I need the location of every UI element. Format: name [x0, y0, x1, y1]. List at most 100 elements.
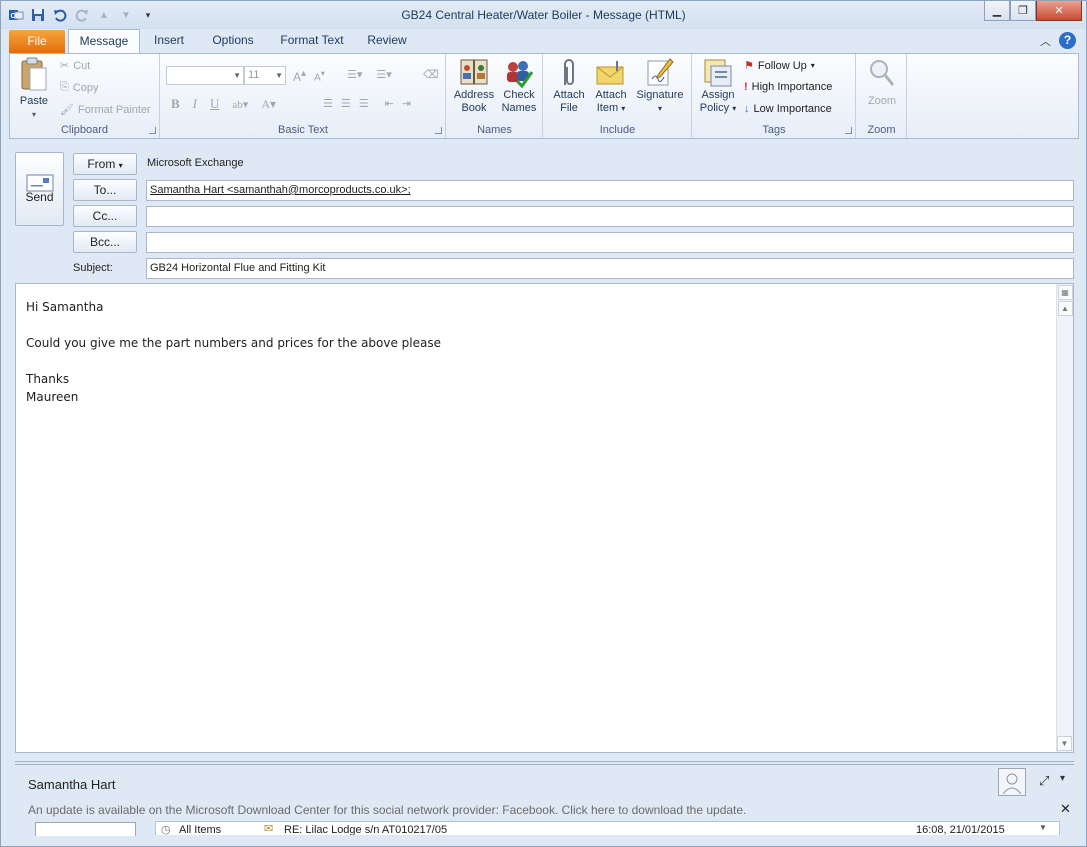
tab-options[interactable]: Options: [204, 29, 262, 53]
align-right-icon[interactable]: ☰: [359, 97, 369, 110]
underline-icon[interactable]: U: [210, 96, 219, 112]
shrink-font-icon[interactable]: A▾: [314, 68, 325, 83]
decrease-indent-icon[interactable]: ⇤: [385, 97, 394, 110]
cc-field[interactable]: [146, 206, 1074, 227]
from-button[interactable]: From ▾: [73, 153, 137, 175]
cc-button[interactable]: Cc...: [73, 205, 137, 227]
tab-message[interactable]: Message: [68, 29, 140, 54]
high-importance-button[interactable]: ! High Importance: [744, 81, 832, 93]
body-line: [16, 352, 1073, 370]
names-group-label: Names: [477, 124, 512, 136]
attach-item-label-2: Item: [596, 102, 619, 114]
address-book-label-2: Book: [461, 102, 487, 114]
bcc-button[interactable]: Bcc...: [73, 231, 137, 253]
align-center-icon[interactable]: ☰: [341, 97, 351, 110]
pane-splitter[interactable]: [15, 761, 1074, 765]
scissors-icon: ✂: [60, 60, 70, 72]
scroll-down-icon[interactable]: ▼: [1057, 736, 1072, 751]
scroll-up-icon[interactable]: ▲: [1057, 301, 1073, 316]
font-size-value: 11: [248, 69, 260, 81]
group-tags: Assign Policy ▾ ⚑ Follow Up ▾ ! High Imp…: [693, 54, 856, 138]
paste-button[interactable]: Paste ▾: [15, 57, 53, 121]
contact-name: Samantha Hart: [28, 777, 116, 792]
avatar[interactable]: [998, 768, 1026, 796]
title-bar: O ▲ ▼ ▾ GB24 Central Heater/Water Boiler…: [1, 1, 1086, 29]
tab-insert[interactable]: Insert: [147, 29, 191, 53]
group-clipboard: Paste ▾ ✂ Cut ⎘ Copy 🖌 Format Painter Cl…: [10, 54, 160, 138]
tags-group-label: Tags: [762, 124, 786, 136]
cut-button[interactable]: ✂ Cut: [60, 59, 90, 73]
collapse-pane-icon[interactable]: ▾: [1060, 773, 1065, 784]
italic-icon[interactable]: I: [193, 96, 197, 112]
attach-file-label-1: Attach: [553, 89, 585, 101]
tags-launcher-icon[interactable]: [845, 127, 852, 134]
increase-indent-icon[interactable]: ⇥: [402, 97, 411, 110]
low-importance-button[interactable]: ↓ Low Importance: [744, 103, 832, 115]
high-importance-label: High Importance: [751, 81, 833, 93]
close-notice-icon[interactable]: ✕: [1060, 801, 1071, 817]
feed-dropdown-icon[interactable]: ▼: [1039, 823, 1047, 832]
subject-label: Subject:: [73, 262, 113, 274]
zoom-label: Zoom: [867, 95, 897, 107]
to-button[interactable]: To...: [73, 179, 137, 201]
signature-button[interactable]: Signature ▾: [632, 57, 688, 115]
subject-field[interactable]: GB24 Horizontal Flue and Fitting Kit: [146, 258, 1074, 279]
send-button[interactable]: Send: [15, 152, 64, 226]
grow-font-icon[interactable]: A▴: [293, 68, 306, 84]
check-names-icon: [507, 61, 534, 89]
copy-label: Copy: [72, 81, 99, 94]
message-body-editor[interactable]: Hi Samantha Could you give me the part n…: [15, 283, 1074, 753]
font-color-icon[interactable]: A▾: [261, 97, 276, 112]
attach-item-button[interactable]: Attach Item ▾: [590, 57, 632, 115]
font-size-buttons: A▴ A▾: [293, 68, 325, 84]
from-button-label: From: [87, 157, 116, 171]
update-notice[interactable]: An update is available on the Microsoft …: [28, 803, 746, 817]
ruler-toggle-icon[interactable]: ▦: [1057, 285, 1073, 300]
to-field[interactable]: Samantha Hart <samanthah@morcoproducts.c…: [146, 180, 1074, 201]
feed-time: 16:08, 21/01/2015: [916, 824, 1005, 835]
maximize-button[interactable]: ❐: [1010, 1, 1036, 21]
highlight-icon[interactable]: ab▾: [232, 98, 248, 111]
bold-icon[interactable]: B: [171, 96, 180, 112]
bcc-field[interactable]: [146, 232, 1074, 253]
address-book-button[interactable]: Address Book: [452, 57, 496, 115]
check-names-label-1: Check: [503, 89, 535, 101]
assign-policy-label-1: Assign: [701, 89, 735, 101]
clipboard-group-label: Clipboard: [60, 124, 109, 136]
clear-format-icon[interactable]: ⌫: [423, 68, 439, 81]
exclamation-icon: !: [744, 81, 748, 93]
bullets-icon[interactable]: ☰▾: [347, 68, 362, 81]
font-size-combo[interactable]: 11 ▼: [244, 66, 286, 85]
close-button[interactable]: ✕: [1036, 1, 1082, 21]
zoom-button[interactable]: Zoom: [860, 57, 904, 108]
expand-pane-icon[interactable]: ⤢: [1039, 773, 1049, 789]
check-names-button[interactable]: Check Names: [497, 57, 541, 115]
tab-file[interactable]: File: [9, 30, 65, 53]
window-controls: ▁ ❐ ✕: [984, 1, 1082, 21]
vertical-scrollbar[interactable]: ▦ ▲ ▼: [1056, 284, 1073, 752]
help-icon[interactable]: ?: [1059, 32, 1076, 49]
align-buttons: ☰ ☰ ☰ ⇤ ⇥: [323, 97, 411, 110]
align-left-icon[interactable]: ☰: [323, 97, 333, 110]
down-arrow-importance-icon: ↓: [744, 103, 750, 115]
group-include: Attach File Attach Item ▾ Signature ▾ In…: [544, 54, 692, 138]
copy-button[interactable]: ⎘ Copy: [60, 81, 99, 94]
check-names-label-2: Names: [501, 102, 537, 114]
follow-up-button[interactable]: ⚑ Follow Up ▾: [744, 59, 815, 73]
tab-format-text[interactable]: Format Text: [275, 29, 349, 53]
tab-review[interactable]: Review: [361, 29, 413, 53]
minimize-button[interactable]: ▁: [984, 1, 1010, 21]
format-painter-button[interactable]: 🖌 Format Painter: [60, 103, 151, 117]
signature-label: Signature: [636, 89, 684, 101]
clipboard-launcher-icon[interactable]: [149, 127, 156, 134]
attach-file-button[interactable]: Attach File: [548, 57, 590, 115]
numbering-icon[interactable]: ☰▾: [376, 68, 391, 81]
minimize-ribbon-icon[interactable]: ︿: [1040, 33, 1051, 49]
copy-icon: ⎘: [60, 81, 69, 93]
font-name-combo[interactable]: ▼: [166, 66, 244, 85]
assign-policy-button[interactable]: Assign Policy ▾: [696, 57, 740, 115]
person-silhouette-icon: [1002, 773, 1022, 795]
activity-feed-row[interactable]: ◷ All Items ✉ RE: Lilac Lodge s/n AT0102…: [155, 821, 1060, 835]
basic-text-launcher-icon[interactable]: [435, 127, 442, 134]
assign-policy-label-2: Policy: [699, 102, 730, 114]
